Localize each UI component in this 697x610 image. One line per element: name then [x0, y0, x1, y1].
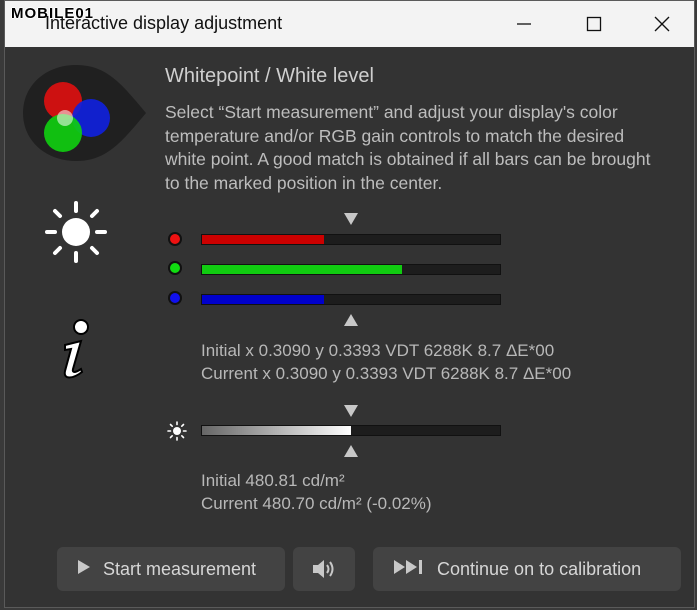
blue-gain-fill — [202, 295, 325, 304]
target-marker-bottom — [344, 314, 358, 326]
close-icon — [654, 16, 670, 32]
window-title: Interactive display adjustment — [45, 13, 283, 33]
section-heading: Whitepoint / White level — [165, 65, 374, 87]
maximize-icon — [586, 16, 602, 32]
red-gain-bar — [201, 234, 501, 245]
play-icon — [77, 559, 91, 580]
minimize-icon — [517, 23, 531, 25]
info-icon — [63, 319, 89, 379]
instructions-text: Select “Start measurement” and adjust yo… — [165, 102, 651, 193]
initial-whitepoint-readout: Initial x 0.3090 y 0.3393 VDT 6288K 8.7 … — [201, 341, 555, 360]
luminance-target-marker-top — [344, 405, 358, 417]
close-button[interactable] — [639, 1, 685, 47]
continue-calibration-button[interactable]: Continue on to calibration — [373, 547, 681, 591]
luminance-icon — [167, 421, 187, 441]
skip-forward-icon — [393, 559, 425, 580]
title-bar: MOBILE01 Interactive display adjustment — [5, 1, 694, 47]
rgb-whitepoint-icon — [23, 65, 146, 161]
start-measurement-label: Start measurement — [103, 558, 257, 579]
maximize-button[interactable] — [571, 1, 617, 47]
initial-luminance-readout: Initial 480.81 cd/m² — [201, 471, 345, 490]
current-luminance-readout: Current 480.70 cd/m² (-0.02%) — [201, 494, 432, 513]
target-marker-top — [344, 213, 358, 225]
minimize-button[interactable] — [501, 1, 547, 47]
luminance-fill — [202, 426, 351, 435]
blue-indicator — [168, 291, 182, 305]
start-measurement-button[interactable]: Start measurement — [57, 547, 285, 591]
green-gain-bar — [201, 264, 501, 275]
luminance-bar — [201, 425, 501, 436]
speaker-icon — [313, 560, 334, 578]
current-whitepoint-readout: Current x 0.3090 y 0.3393 VDT 6288K 8.7 … — [201, 364, 572, 383]
brightness-icon — [45, 201, 107, 263]
red-gain-fill — [202, 235, 325, 244]
green-indicator — [168, 261, 182, 275]
green-gain-fill — [202, 265, 402, 274]
display-adjustment-window: MOBILE01 Interactive display adjustment — [4, 0, 695, 608]
red-indicator — [168, 232, 182, 246]
blue-gain-bar — [201, 294, 501, 305]
continue-calibration-label: Continue on to calibration — [437, 558, 642, 579]
luminance-target-marker-bottom — [344, 445, 358, 457]
sound-toggle-button[interactable] — [293, 547, 355, 591]
